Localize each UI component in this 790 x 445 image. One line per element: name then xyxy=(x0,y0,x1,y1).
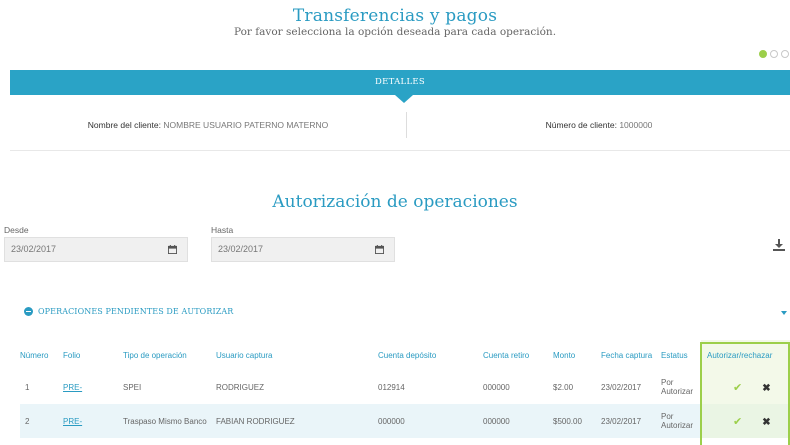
cell-cuenta-deposito: 012914 xyxy=(378,382,405,392)
page-subtitle: Por favor selecciona la opción deseada p… xyxy=(233,26,557,38)
column-header-cuenta-deposito: Cuenta depósito xyxy=(378,350,437,360)
cell-fecha: 23/02/2017 xyxy=(601,404,661,438)
client-info-row: Nombre del cliente: NOMBRE USUARIO PATER… xyxy=(10,112,790,142)
client-number-label: Número de cliente: xyxy=(545,120,617,130)
column-header-cuenta-retiro: Cuenta retiro xyxy=(483,350,530,360)
cell-fecha: 23/02/2017 xyxy=(601,382,642,392)
cell-estatus: Por Autorizar xyxy=(661,404,701,438)
client-name-label: Nombre del cliente: xyxy=(87,120,162,130)
section-title: Autorización de operaciones xyxy=(272,192,518,212)
pending-operations-toggle[interactable]: OPERACIONES PENDIENTES DE AUTORIZAR xyxy=(24,307,233,316)
hasta-date-value: 23/02/2017 xyxy=(218,244,264,254)
page-title: Transferencias y pagos xyxy=(292,6,498,26)
column-header-estatus: Estatus xyxy=(661,350,688,360)
desde-date-field[interactable]: 23/02/2017 xyxy=(4,237,188,262)
close-icon[interactable]: ✖ xyxy=(762,383,770,394)
cell-usuario: RODRIGUEZ xyxy=(216,382,264,392)
folio-link-text[interactable]: PRE- xyxy=(63,383,82,392)
table-header-row: Número Folio Tipo de operación Usuario c… xyxy=(20,340,790,370)
calendar-icon[interactable] xyxy=(168,245,177,254)
cell-monto: $500.00 xyxy=(553,404,601,438)
cell-numero: 2 xyxy=(20,404,63,438)
desde-date-value: 23/02/2017 xyxy=(11,244,57,254)
collapse-minus-icon xyxy=(24,307,33,316)
step-indicator xyxy=(759,50,789,58)
download-icon[interactable] xyxy=(772,238,786,252)
details-bar: DETALLES xyxy=(10,70,790,95)
step-dot xyxy=(770,50,778,58)
desde-label: Desde xyxy=(4,225,29,235)
calendar-icon[interactable] xyxy=(375,245,384,254)
cell-monto: $2.00 xyxy=(553,382,574,392)
column-header-autorizar: Autorizar/rechazar xyxy=(701,340,790,370)
table-row: 2 PRE- Traspaso Mismo Banco FABIAN RODRI… xyxy=(20,404,790,438)
cell-cuenta-retiro: 000000 xyxy=(483,404,553,438)
step-dot xyxy=(781,50,789,58)
column-header-fecha: Fecha captura xyxy=(601,350,653,360)
cell-usuario: FABIAN RODRIGUEZ xyxy=(216,404,378,438)
hasta-date-field[interactable]: 23/02/2017 xyxy=(211,237,395,262)
cell-cuenta-retiro: 000000 xyxy=(483,382,510,392)
chevron-down-icon[interactable] xyxy=(781,311,787,315)
divider xyxy=(406,112,407,138)
operations-table: Número Folio Tipo de operación Usuario c… xyxy=(20,340,790,438)
details-notch xyxy=(395,95,413,103)
cell-tipo: SPEI xyxy=(123,382,142,392)
cell-autorizar: ✔ ✖ xyxy=(701,370,790,404)
cell-numero: 1 xyxy=(25,382,30,392)
check-icon[interactable]: ✔ xyxy=(733,416,742,428)
column-header-monto: Monto xyxy=(553,350,576,360)
divider xyxy=(10,150,790,151)
pending-operations-title: OPERACIONES PENDIENTES DE AUTORIZAR xyxy=(38,307,234,316)
cell-autorizar: ✔ ✖ xyxy=(701,404,790,438)
client-name: Nombre del cliente: NOMBRE USUARIO PATER… xyxy=(10,112,406,142)
table-row: 1 PRE- SPEI RODRIGUEZ 012914 000000 $2.0… xyxy=(20,370,790,404)
column-header-tipo: Tipo de operación xyxy=(123,350,187,360)
column-header-folio: Folio xyxy=(63,350,81,360)
hasta-label: Hasta xyxy=(211,225,234,235)
cell-cuenta-deposito: 000000 xyxy=(378,404,483,438)
column-header-usuario: Usuario captura xyxy=(216,350,273,360)
folio-link[interactable]: PRE- xyxy=(63,370,123,404)
cell-estatus: Por Autorizar xyxy=(661,378,694,396)
step-dot-active xyxy=(759,50,767,58)
client-name-value: NOMBRE USUARIO PATERNO MATERNO xyxy=(163,120,329,130)
folio-link[interactable]: PRE- xyxy=(63,404,123,438)
close-icon[interactable]: ✖ xyxy=(762,417,770,428)
cell-tipo: Traspaso Mismo Banco xyxy=(123,404,216,438)
check-icon[interactable]: ✔ xyxy=(733,382,742,394)
client-number-value: 1000000 xyxy=(619,120,653,130)
client-number: Número de cliente: 1000000 xyxy=(408,112,790,142)
folio-link-text[interactable]: PRE- xyxy=(63,417,82,426)
column-header-numero: Número xyxy=(20,350,49,360)
